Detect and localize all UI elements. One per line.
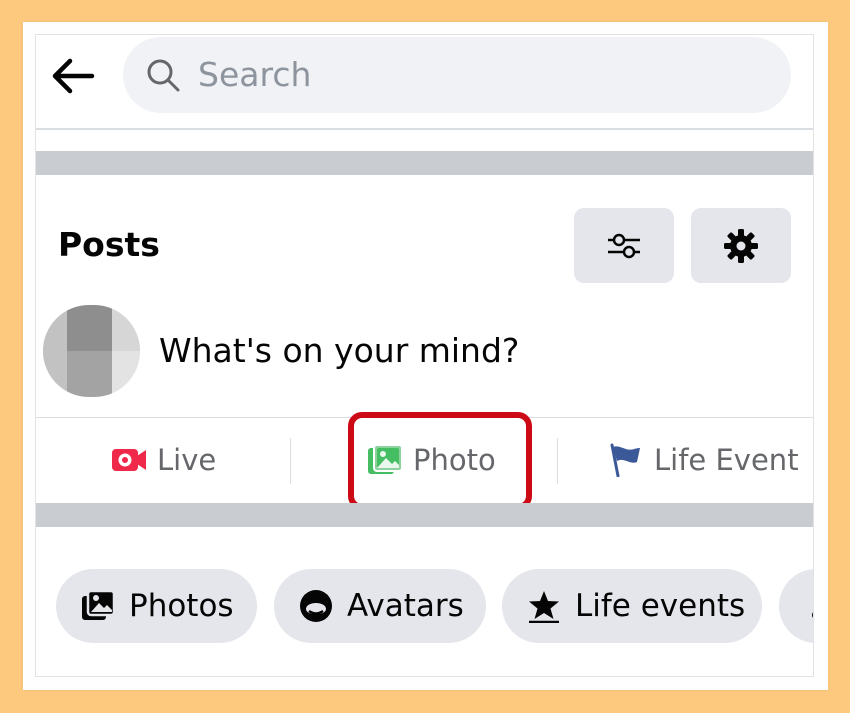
search-placeholder: Search bbox=[198, 55, 312, 94]
section-separator bbox=[36, 503, 813, 527]
star-icon bbox=[529, 591, 559, 623]
search-icon bbox=[147, 59, 180, 92]
avatar-face-icon bbox=[300, 590, 332, 622]
filter-label: Photos bbox=[129, 588, 234, 624]
top-bar: Search bbox=[36, 35, 813, 127]
filter-settings-button[interactable] bbox=[574, 208, 674, 283]
photo-highlight-box bbox=[348, 412, 532, 510]
flag-icon bbox=[610, 443, 640, 477]
posts-heading: Posts bbox=[58, 225, 160, 264]
composer-prompt[interactable]: What's on your mind? bbox=[159, 331, 519, 370]
search-bar[interactable]: Search bbox=[123, 37, 791, 113]
action-separator bbox=[557, 438, 558, 484]
action-separator bbox=[290, 438, 291, 484]
screenshot-frame: Search Posts What's on your mind? Live P… bbox=[23, 22, 828, 690]
live-button[interactable]: Live bbox=[111, 435, 216, 485]
filter-chip-life-events[interactable]: Life events bbox=[502, 569, 762, 643]
live-label: Live bbox=[157, 443, 217, 477]
filter-chip-music[interactable] bbox=[779, 569, 813, 643]
music-note-icon bbox=[812, 612, 813, 618]
back-arrow-icon bbox=[52, 58, 95, 94]
back-button[interactable] bbox=[48, 51, 98, 101]
avatar[interactable] bbox=[43, 305, 140, 397]
filter-label: Life events bbox=[575, 588, 746, 624]
settings-button[interactable] bbox=[691, 208, 791, 283]
section-separator bbox=[36, 151, 813, 175]
life-event-button[interactable]: Life Event bbox=[608, 435, 799, 485]
live-video-icon bbox=[112, 449, 146, 471]
gear-icon bbox=[724, 229, 758, 263]
life-event-label: Life Event bbox=[654, 443, 799, 477]
filter-chip-photos[interactable]: Photos bbox=[56, 569, 257, 643]
sliders-icon bbox=[608, 233, 640, 259]
photos-icon bbox=[82, 590, 115, 620]
header-divider bbox=[36, 128, 813, 130]
app-screen: Search Posts What's on your mind? Live P… bbox=[35, 34, 814, 677]
filter-chip-avatars[interactable]: Avatars bbox=[274, 569, 486, 643]
filter-label: Avatars bbox=[347, 588, 464, 624]
